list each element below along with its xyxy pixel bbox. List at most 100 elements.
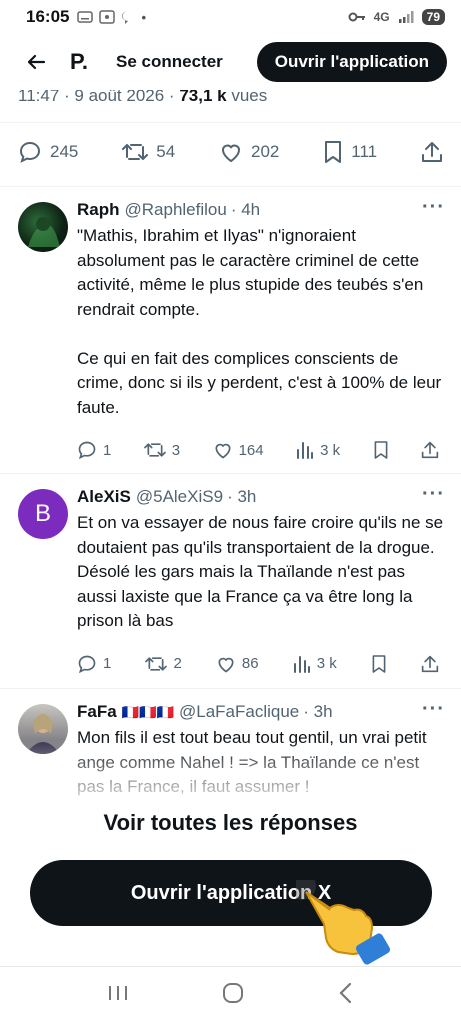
dot-icon: • [141, 9, 147, 25]
views-chart-icon [293, 655, 310, 673]
reply-icon [78, 655, 96, 673]
open-app-button-top[interactable]: Ouvrir l'application [256, 42, 447, 82]
system-back-button[interactable] [338, 982, 354, 1009]
bookmark-button[interactable] [371, 654, 387, 674]
back-arrow-icon [27, 54, 46, 70]
repost-button[interactable]: 2 [145, 654, 182, 674]
bookmark-icon [374, 441, 387, 459]
heart-icon [215, 443, 231, 459]
like-count: 202 [251, 142, 280, 161]
system-icons: 4G 79 [348, 9, 445, 25]
bookmark-icon [372, 654, 386, 673]
author-handle[interactable]: @LaFaFaclique [179, 702, 299, 722]
pointing-hand-icon [288, 872, 392, 971]
tweet-actions: 1 3 164 3 k [77, 440, 439, 460]
status-bar: 16:05 • 4G 79 [0, 0, 461, 34]
tweet-time: · 3h [303, 702, 333, 721]
share-icon [421, 441, 439, 459]
content-fade-overlay [0, 740, 461, 860]
divider [0, 473, 461, 474]
top-header: P. Se connecter Ouvrir l'application [0, 34, 461, 90]
heart-icon [222, 144, 241, 163]
repost-button[interactable]: 54 [122, 140, 175, 164]
post-action-bar: 245 54 202 111 [18, 140, 443, 164]
tweet-text: "Mathis, Ibrahim et Ilyas" n'ignoraient … [77, 226, 442, 417]
like-button[interactable]: 86 [216, 654, 259, 674]
home-button[interactable] [222, 982, 244, 1009]
recent-apps-button[interactable] [107, 984, 129, 1007]
more-options-icon[interactable]: ··· [422, 483, 445, 506]
avatar-image [28, 217, 60, 247]
back-button[interactable] [22, 48, 50, 76]
avatar[interactable]: B [18, 489, 68, 539]
tweet-header: Raph @Raphlefilou · 4h [77, 200, 445, 220]
divider [0, 186, 461, 187]
author-name[interactable]: AleXiS [77, 487, 131, 507]
avatar[interactable] [18, 202, 68, 252]
bookmark-button[interactable]: 111 [323, 140, 377, 164]
reply-icon [78, 441, 96, 460]
more-options-icon[interactable]: ··· [422, 196, 445, 219]
tweet-time: · 4h [230, 200, 261, 219]
repost-count: 3 [171, 441, 181, 459]
author-handle[interactable]: @Raphlefilou [125, 200, 227, 220]
share-button[interactable] [421, 140, 443, 164]
like-button[interactable]: 202 [219, 140, 279, 164]
repost-icon [122, 144, 149, 160]
reply-count: 1 [103, 655, 112, 672]
author-name[interactable]: FaFa [77, 702, 117, 722]
profile-name-fragment: P. [70, 49, 88, 74]
views-button[interactable]: 3 k [293, 655, 337, 673]
reply-count: 245 [50, 142, 79, 161]
chevron-left-icon [339, 982, 352, 1004]
share-icon [421, 655, 439, 672]
screenshot-icon [99, 10, 116, 24]
views-button[interactable]: 3 k [296, 441, 340, 459]
author-handle[interactable]: @5AleXiS9 [136, 487, 223, 507]
like-button[interactable]: 164 [213, 440, 264, 460]
repost-button[interactable]: 3 [143, 440, 181, 460]
repost-icon [143, 443, 166, 457]
tweet-time: · 3h [227, 487, 257, 506]
system-nav-bar [0, 966, 461, 1024]
author-flags: 🇫🇷🇫🇷🇫🇷 [121, 703, 174, 720]
like-count: 86 [241, 655, 259, 672]
recent-apps-icon [108, 986, 127, 1000]
reply-icon [19, 141, 41, 163]
bookmark-count: 111 [351, 142, 378, 161]
status-time: 16:05 [26, 7, 70, 26]
reply-button[interactable]: 1 [77, 440, 111, 460]
notification-icons: • [77, 10, 146, 25]
views-count: 3 k [316, 655, 337, 672]
signal-icon [398, 11, 414, 23]
share-button[interactable] [421, 440, 439, 460]
views-chart-icon [297, 442, 314, 459]
repost-icon [145, 656, 168, 671]
more-options-icon[interactable]: ··· [422, 698, 445, 721]
battery-indicator: 79 [421, 9, 445, 25]
reply-button[interactable]: 1 [77, 654, 111, 674]
tweet-text: Et on va essayer de nous faire croire qu… [77, 513, 444, 630]
tweet-header: FaFa 🇫🇷🇫🇷🇫🇷 @LaFaFaclique · 3h [77, 702, 445, 722]
repost-count: 2 [173, 655, 182, 672]
reply-button[interactable]: 245 [18, 140, 78, 164]
bookmark-button[interactable] [373, 440, 389, 460]
bookmark-icon [325, 141, 342, 163]
like-count: 164 [238, 441, 264, 459]
chat-icon [122, 11, 129, 24]
author-name[interactable]: Raph [77, 200, 120, 220]
repost-count: 54 [156, 142, 176, 161]
share-button[interactable] [421, 654, 439, 674]
tweet-actions: 1 2 86 3 k [77, 654, 439, 674]
divider [0, 688, 461, 689]
keyboard-icon [77, 11, 94, 23]
see-all-replies-link[interactable]: Voir toutes les réponses [0, 810, 461, 836]
heart-icon [218, 657, 234, 672]
reply-count: 1 [103, 441, 112, 459]
share-icon [421, 142, 442, 162]
divider [0, 122, 461, 123]
home-circle-icon [223, 983, 244, 1003]
avatar-letter: B [34, 500, 51, 527]
login-button[interactable]: Se connecter [116, 52, 223, 72]
network-type: 4G [373, 10, 390, 24]
